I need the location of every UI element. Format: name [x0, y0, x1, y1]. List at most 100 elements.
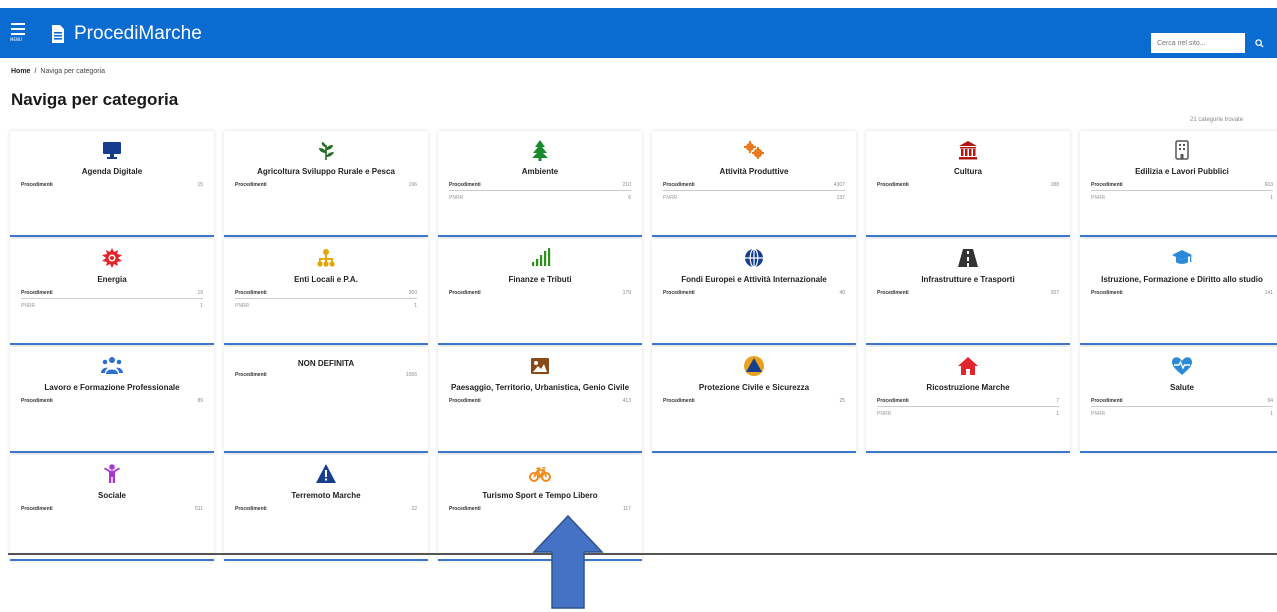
card-title[interactable]: Protezione Civile e Sicurezza [656, 383, 852, 392]
stat-value: 196 [408, 182, 417, 188]
card-stat-row: PNRR 1 [235, 300, 417, 312]
category-card[interactable]: Terremoto Marche Procedimenti 22 [224, 455, 428, 561]
category-card[interactable]: Lavoro e Formazione Professionale Procedi… [10, 347, 214, 453]
card-stat-row: PNRR 137 [663, 192, 845, 204]
card-title[interactable]: Agenda Digitale [14, 167, 210, 176]
bicycle-icon [529, 467, 551, 482]
category-card[interactable]: Turismo Sport e Tempo Libero Procedimenti… [438, 455, 642, 561]
stat-label: Procedimenti [235, 506, 267, 512]
stat-label: Procedimenti [877, 182, 909, 188]
category-card[interactable]: Salute Procedimenti 94 PNRR 1 [1080, 347, 1277, 453]
card-title[interactable]: Istruzione, Formazione e Diritto allo st… [1084, 275, 1277, 284]
card-stat-row: PNRR 1 [21, 300, 203, 312]
card-icon-wrap [438, 139, 642, 161]
card-title[interactable]: Enti Locali e P.A. [228, 275, 424, 284]
category-card[interactable]: Finanze e Tributi Procedimenti 179 [438, 239, 642, 345]
stat-value: 25 [839, 398, 845, 404]
card-stat-row: Procedimenti 413 [449, 395, 631, 407]
card-stat-row: PNRR 1 [1091, 408, 1273, 420]
hamburger-bar [11, 33, 25, 35]
stat-value: 1 [1270, 195, 1273, 201]
card-title[interactable]: Infrastrutture e Trasporti [870, 275, 1066, 284]
category-card[interactable]: Enti Locali e P.A. Procedimenti 350 PNRR 1 [224, 239, 428, 345]
stat-value: 603 [1264, 182, 1273, 188]
stat-label: PNRR [21, 303, 36, 309]
search-button[interactable] [1249, 33, 1269, 53]
page-title: Naviga per categoria [11, 90, 179, 109]
category-card[interactable]: Energia Procedimenti 19 PNRR 1 [10, 239, 214, 345]
card-title[interactable]: Salute [1084, 383, 1277, 392]
stat-label: PNRR [449, 195, 464, 201]
card-stat-row: PNRR 1 [877, 408, 1059, 420]
card-title[interactable]: Terremoto Marche [228, 491, 424, 500]
footer-divider [8, 553, 1277, 555]
stat-value: 413 [622, 398, 631, 404]
card-icon-wrap [652, 139, 856, 161]
category-card[interactable]: Ricostruzione Marche Procedimenti 7 PNRR 1 [866, 347, 1070, 453]
card-title[interactable]: Ambiente [442, 167, 638, 176]
sun-icon [102, 248, 122, 268]
stat-label: PNRR [663, 195, 678, 201]
card-icon-wrap [1080, 139, 1277, 161]
stat-value: 188 [1050, 182, 1059, 188]
card-title[interactable]: Finanze e Tributi [442, 275, 638, 284]
category-card[interactable]: Cultura Procedimenti 188 [866, 131, 1070, 237]
breadcrumb-home[interactable]: Home [11, 68, 30, 75]
category-card[interactable]: Istruzione, Formazione e Diritto allo st… [1080, 239, 1277, 345]
card-title[interactable]: Turismo Sport e Tempo Libero [442, 491, 638, 500]
category-card[interactable]: Paesaggio, Territorio, Urbanistica, Geni… [438, 347, 642, 453]
stat-label: Procedimenti [1091, 182, 1123, 188]
card-stat-row: Procedimenti 603 [1091, 179, 1273, 191]
graduation-cap-icon [1172, 250, 1192, 264]
search-input[interactable] [1151, 33, 1245, 53]
card-title[interactable]: Cultura [870, 167, 1066, 176]
house-icon [958, 357, 978, 375]
category-card[interactable]: Agricoltura Sviluppo Rurale e Pesca Proce… [224, 131, 428, 237]
stat-value: 207 [1050, 290, 1059, 296]
card-title[interactable]: Paesaggio, Territorio, Urbanistica, Geni… [442, 383, 638, 392]
logo-icon [52, 25, 64, 43]
card-title[interactable]: Edilizia e Lavori Pubblici [1084, 167, 1277, 176]
card-title[interactable]: Attività Produttive [656, 167, 852, 176]
card-icon-wrap [10, 139, 214, 161]
app-title[interactable]: ProcediMarche [74, 23, 202, 45]
card-stat-row: Procedimenti 15 [21, 179, 203, 191]
stat-label: PNRR [877, 411, 892, 417]
card-stat-row: Procedimenti 210 [449, 179, 631, 191]
category-card[interactable]: Fondi Europei e Attività Internazionale P… [652, 239, 856, 345]
card-title[interactable]: Energia [14, 275, 210, 284]
card-stat-row: Procedimenti 89 [21, 395, 203, 407]
plant-icon [319, 142, 334, 160]
stat-value: 40 [839, 290, 845, 296]
category-card[interactable]: Edilizia e Lavori Pubblici Procedimenti 60… [1080, 131, 1277, 237]
stat-label: Procedimenti [449, 182, 481, 188]
card-stat-row: Procedimenti 511 [21, 503, 203, 515]
card-title[interactable]: Lavoro e Formazione Professionale [14, 383, 210, 392]
card-stat-row: PNRR 1 [1091, 192, 1273, 204]
road-icon [958, 249, 978, 267]
stat-label: Procedimenti [449, 398, 481, 404]
card-icon-wrap [10, 463, 214, 485]
category-card[interactable]: Infrastrutture e Trasporti Procedimenti 20… [866, 239, 1070, 345]
category-card[interactable]: NON DEFINITA Procedimenti 1056 [224, 347, 428, 453]
card-title[interactable]: Fondi Europei e Attività Internazionale [656, 275, 852, 284]
card-title[interactable]: Agricoltura Sviluppo Rurale e Pesca [228, 167, 424, 176]
category-card[interactable]: Sociale Procedimenti 511 [10, 455, 214, 561]
stat-value: 15 [197, 182, 203, 188]
category-card[interactable]: Attività Produttive Procedimenti 4307 PNRR 1… [652, 131, 856, 237]
users-icon [101, 357, 123, 374]
hamburger-icon [11, 23, 25, 25]
stat-value: 19 [197, 290, 203, 296]
menu-button[interactable]: MENU [10, 20, 26, 46]
card-title[interactable]: Sociale [14, 491, 210, 500]
stat-label: Procedimenti [663, 182, 695, 188]
stat-value: 7 [1056, 398, 1059, 404]
building-icon [1175, 140, 1189, 160]
card-title[interactable]: NON DEFINITA [228, 359, 424, 368]
stat-value: 511 [195, 506, 203, 512]
card-title[interactable]: Ricostruzione Marche [870, 383, 1066, 392]
category-card[interactable]: Agenda Digitale Procedimenti 15 [10, 131, 214, 237]
category-card[interactable]: Protezione Civile e Sicurezza Procediment… [652, 347, 856, 453]
category-card[interactable]: Ambiente Procedimenti 210 PNRR 6 [438, 131, 642, 237]
stat-label: Procedimenti [21, 398, 53, 404]
